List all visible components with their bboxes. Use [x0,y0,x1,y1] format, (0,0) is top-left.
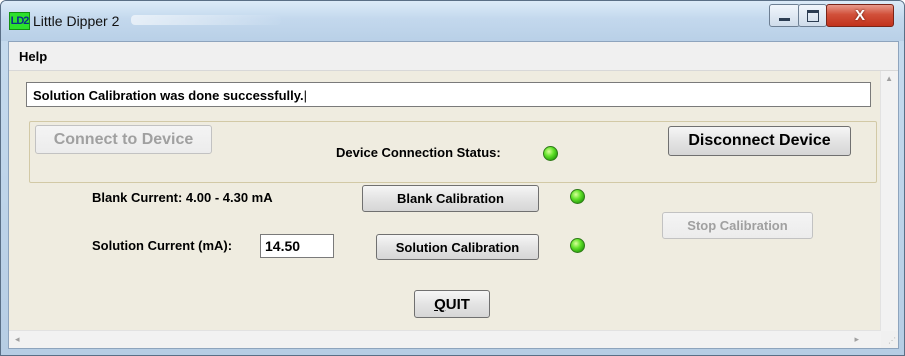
scroll-up-arrow-icon[interactable]: ▲ [885,74,893,83]
resize-grip-icon: ⋰ [888,336,896,345]
app-window: LD2 Little Dipper 2 X Help Solution Cali… [0,0,905,356]
quit-button[interactable]: Q UIT [414,290,490,318]
window-title: Little Dipper 2 [33,13,120,29]
disconnect-device-button[interactable]: Disconnect Device [668,126,851,156]
close-button[interactable]: X [826,4,894,27]
quit-label-rest: UIT [445,295,470,313]
scroll-left-arrow-icon[interactable]: ◂ [15,334,20,345]
solution-current-input[interactable]: 14.50 [260,234,334,258]
blank-calibration-button[interactable]: Blank Calibration [362,185,539,212]
connection-status-indicator-icon [543,146,558,161]
app-logo-icon: LD2 [9,12,30,30]
solution-calibration-indicator-icon [570,238,585,253]
title-bar-glass [131,15,281,25]
status-message-text: Solution Calibration was done successful… [33,88,304,103]
device-connection-status-label: Device Connection Status: [336,145,501,160]
blank-current-label: Blank Current: 4.00 - 4.30 mA [92,190,273,205]
status-message-field[interactable]: Solution Calibration was done successful… [26,82,871,107]
minimize-icon [779,18,790,21]
quit-mnemonic: Q [434,295,446,313]
blank-calibration-indicator-icon [570,189,585,204]
solution-current-label: Solution Current (mA): [92,238,233,253]
horizontal-scrollbar[interactable]: ◂ ▸ [9,330,881,348]
close-icon: X [854,7,865,24]
minimize-button[interactable] [769,4,800,27]
stop-calibration-button[interactable]: Stop Calibration [662,212,813,239]
text-caret: | [303,88,308,103]
title-bar[interactable]: LD2 Little Dipper 2 X [1,1,904,41]
maximize-button[interactable] [798,4,827,27]
vertical-scrollbar[interactable]: ▲ [880,71,898,331]
maximize-icon [806,9,819,22]
main-panel: Solution Calibration was done successful… [9,71,898,348]
solution-calibration-button[interactable]: Solution Calibration [376,234,539,260]
resize-grip[interactable]: ⋰ [881,331,898,348]
menu-bar: Help [9,42,898,71]
menu-item-help[interactable]: Help [19,49,47,64]
connect-to-device-button[interactable]: Connect to Device [35,125,212,154]
client-area: Help Solution Calibration was done succe… [8,41,899,349]
scroll-right-arrow-icon[interactable]: ▸ [854,334,859,345]
